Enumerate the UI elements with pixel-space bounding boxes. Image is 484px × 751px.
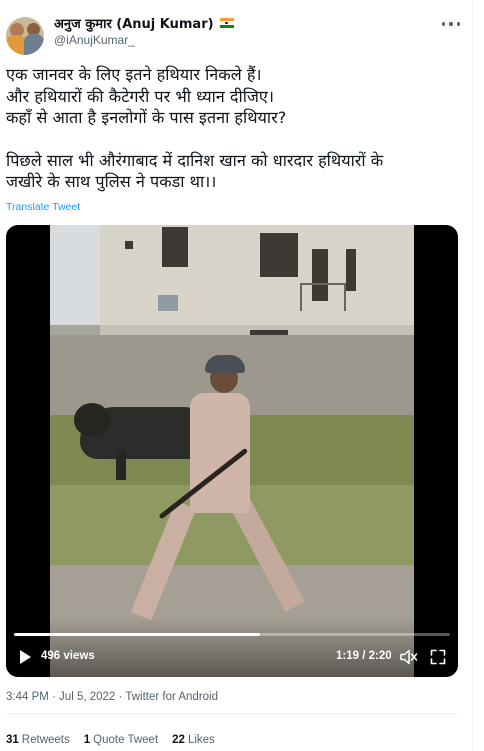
tweet: अनुज कुमार (Anuj Kumar) @iAnujKumar_ एक … bbox=[0, 0, 472, 751]
video-frame bbox=[50, 225, 414, 677]
tweet-line: और हथियारों की कैटेगरी पर भी ध्यान दीजिए… bbox=[6, 86, 274, 106]
tweet-line: कहाँ से आता है इनलोगों के पास इतना हथिया… bbox=[6, 108, 287, 127]
likes-stat[interactable]: 22 Likes bbox=[172, 734, 215, 746]
author-name-row[interactable]: अनुज कुमार (Anuj Kumar) bbox=[54, 14, 234, 32]
more-options-icon[interactable] bbox=[440, 17, 462, 31]
tweet-line: पिछले साल भी औरंगाबाद में दानिश खान को ध… bbox=[6, 150, 384, 170]
divider bbox=[6, 713, 458, 714]
quotes-count: 1 bbox=[83, 734, 91, 746]
quotes-label: Quote Tweet bbox=[93, 734, 159, 746]
fullscreen-icon[interactable] bbox=[430, 649, 446, 665]
video-view-count: 496 views bbox=[41, 650, 95, 662]
video-time: 1:19 / 2:20 bbox=[336, 650, 392, 662]
tweet-line: एक जानवर के लिए इतने हथियार निकले हैं। bbox=[6, 65, 262, 84]
video-progress-bar[interactable] bbox=[14, 633, 450, 636]
column-divider bbox=[472, 0, 473, 751]
likes-count: 22 bbox=[172, 734, 185, 746]
translate-tweet-link[interactable]: Translate Tweet bbox=[6, 201, 80, 213]
india-flag-icon bbox=[219, 18, 234, 28]
tweet-stats: 31 Retweets 1 Quote Tweet 22 Likes bbox=[6, 734, 215, 746]
video-player[interactable]: 496 views 1:19 / 2:20 bbox=[6, 225, 458, 677]
author-handle[interactable]: @iAnujKumar_ bbox=[54, 33, 135, 47]
author-display-name[interactable]: अनुज कुमार (Anuj Kumar) bbox=[54, 14, 214, 32]
retweets-stat[interactable]: 31 Retweets bbox=[6, 734, 70, 746]
tweet-line: जखीरे के साथ पुलिस ने पकडा था।। bbox=[6, 172, 217, 191]
retweets-count: 31 bbox=[6, 734, 19, 746]
likes-label: Likes bbox=[187, 734, 215, 746]
volume-icon[interactable] bbox=[400, 649, 418, 665]
video-progress-fill bbox=[14, 633, 260, 636]
quote-tweets-stat[interactable]: 1 Quote Tweet bbox=[84, 734, 158, 746]
retweets-label: Retweets bbox=[21, 734, 70, 746]
tweet-text: एक जानवर के लिए इतने हथियार निकले हैं। औ… bbox=[6, 64, 468, 193]
tweet-timestamp[interactable]: 3:44 PM · Jul 5, 2022 · Twitter for Andr… bbox=[6, 691, 218, 703]
author-avatar[interactable] bbox=[6, 17, 44, 55]
play-icon[interactable] bbox=[20, 650, 31, 664]
